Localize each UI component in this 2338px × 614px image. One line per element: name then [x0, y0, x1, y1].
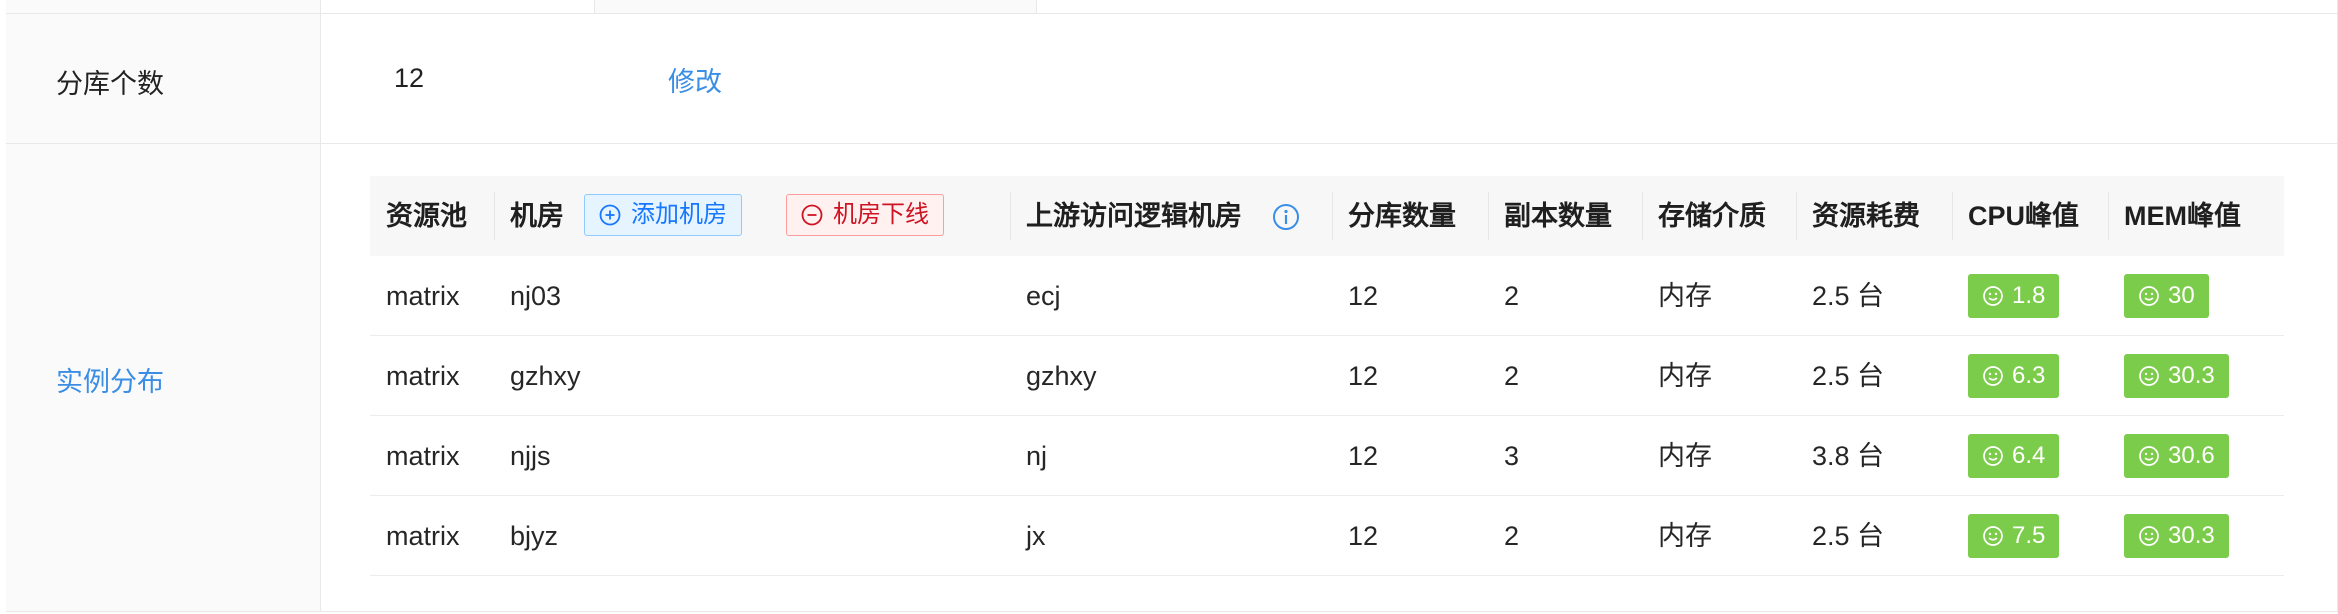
cell-shards: 12 — [1348, 361, 1379, 391]
plus-circle-icon — [599, 204, 621, 226]
cell-shards: 12 — [1348, 441, 1379, 471]
divider — [1036, 0, 1037, 13]
table-row: matrix njjs nj 12 3 内存 3.8 台 6.4 30.6 — [370, 416, 2284, 496]
cpu-peak-value: 1.8 — [2012, 282, 2046, 309]
cell-pool: matrix — [386, 521, 460, 551]
smile-icon — [1983, 286, 2003, 306]
header-cpu: CPU峰值 — [1968, 201, 2080, 231]
table-row: matrix gzhxy gzhxy 12 2 内存 2.5 台 6.3 30.3 — [370, 336, 2284, 416]
cell-cost: 2.5 台 — [1812, 521, 1885, 551]
cell-shards: 12 — [1348, 521, 1379, 551]
cpu-peak-value: 7.5 — [2012, 522, 2046, 549]
header-shards: 分库数量 — [1348, 201, 1456, 231]
mem-peak-value: 30.6 — [2168, 442, 2215, 469]
mem-peak-badge: 30.6 — [2124, 434, 2229, 478]
add-room-button[interactable]: 添加机房 — [584, 194, 742, 236]
smile-icon — [2139, 446, 2159, 466]
smile-icon — [2139, 366, 2159, 386]
cell-replicas: 3 — [1504, 441, 1520, 471]
header-pool: 资源池 — [386, 201, 467, 231]
instance-distribution-label: 实例分布 — [56, 367, 164, 397]
cell-cost: 2.5 台 — [1812, 281, 1885, 311]
cell-storage: 内存 — [1658, 441, 1712, 471]
cell-upstream: nj — [1026, 441, 1048, 471]
add-room-label: 添加机房 — [631, 201, 727, 228]
cpu-peak-value: 6.3 — [2012, 362, 2046, 389]
cell-pool: matrix — [386, 281, 460, 311]
mem-peak-badge: 30 — [2124, 274, 2209, 318]
cell-storage: 内存 — [1658, 281, 1712, 311]
cell-replicas: 2 — [1504, 521, 1520, 551]
info-circle-icon[interactable] — [1272, 203, 1300, 231]
cell-pool: matrix — [386, 361, 460, 391]
cell-upstream: jx — [1026, 521, 1046, 551]
header-upstream-label: 上游访问逻辑机房 — [1026, 201, 1242, 231]
room-offline-label: 机房下线 — [833, 201, 929, 228]
room-offline-button[interactable]: 机房下线 — [786, 194, 944, 236]
mem-peak-value: 30 — [2168, 282, 2195, 309]
cpu-peak-badge: 7.5 — [1968, 514, 2060, 558]
header-room-label: 机房 — [510, 201, 564, 231]
cell-room: gzhxy — [510, 361, 581, 391]
smile-icon — [2139, 286, 2159, 306]
header-mem: MEM峰值 — [2124, 201, 2241, 231]
cell-cost: 2.5 台 — [1812, 361, 1885, 391]
cell-room: nj03 — [510, 281, 562, 311]
cell-upstream: ecj — [1026, 281, 1061, 311]
header-replicas: 副本数量 — [1504, 201, 1612, 231]
cpu-peak-badge: 1.8 — [1968, 274, 2060, 318]
cell-replicas: 2 — [1504, 281, 1520, 311]
cpu-peak-value: 6.4 — [2012, 442, 2046, 469]
cell-room: njjs — [510, 441, 551, 471]
header-cost: 资源耗费 — [1812, 201, 1920, 231]
label-cell-top — [6, 0, 320, 13]
smile-icon — [1983, 526, 2003, 546]
table-row: matrix bjyz jx 12 2 内存 2.5 台 7.5 30.3 — [370, 496, 2284, 576]
cell-pool: matrix — [386, 441, 460, 471]
shard-count-value: 12 — [394, 63, 425, 93]
mem-peak-badge: 30.3 — [2124, 514, 2229, 558]
cell-storage: 内存 — [1658, 521, 1712, 551]
divider — [6, 611, 2338, 612]
table-header: 资源池 机房 添加机房 机房下线 上游访问逻辑机房 分库数量 副本数量 存储介质… — [370, 176, 2284, 256]
cell-shards: 12 — [1348, 281, 1379, 311]
shard-count-label: 分库个数 — [56, 69, 164, 99]
top-cell — [595, 0, 1036, 13]
cpu-peak-badge: 6.4 — [1968, 434, 2060, 478]
divider — [6, 13, 2338, 14]
mem-peak-value: 30.3 — [2168, 362, 2215, 389]
mem-peak-badge: 30.3 — [2124, 354, 2229, 398]
smile-icon — [2139, 526, 2159, 546]
smile-icon — [1983, 446, 2003, 466]
table-row: matrix nj03 ecj 12 2 内存 2.5 台 1.8 30 — [370, 256, 2284, 336]
cell-replicas: 2 — [1504, 361, 1520, 391]
divider — [320, 0, 321, 612]
cell-upstream: gzhxy — [1026, 361, 1097, 391]
mem-peak-value: 30.3 — [2168, 522, 2215, 549]
edit-shard-count-link[interactable]: 修改 — [668, 60, 722, 99]
cell-cost: 3.8 台 — [1812, 441, 1885, 471]
minus-circle-icon — [801, 204, 823, 226]
header-storage: 存储介质 — [1658, 201, 1766, 231]
divider — [6, 143, 2338, 144]
cpu-peak-badge: 6.3 — [1968, 354, 2060, 398]
smile-icon — [1983, 366, 2003, 386]
cell-storage: 内存 — [1658, 361, 1712, 391]
cell-room: bjyz — [510, 521, 559, 551]
